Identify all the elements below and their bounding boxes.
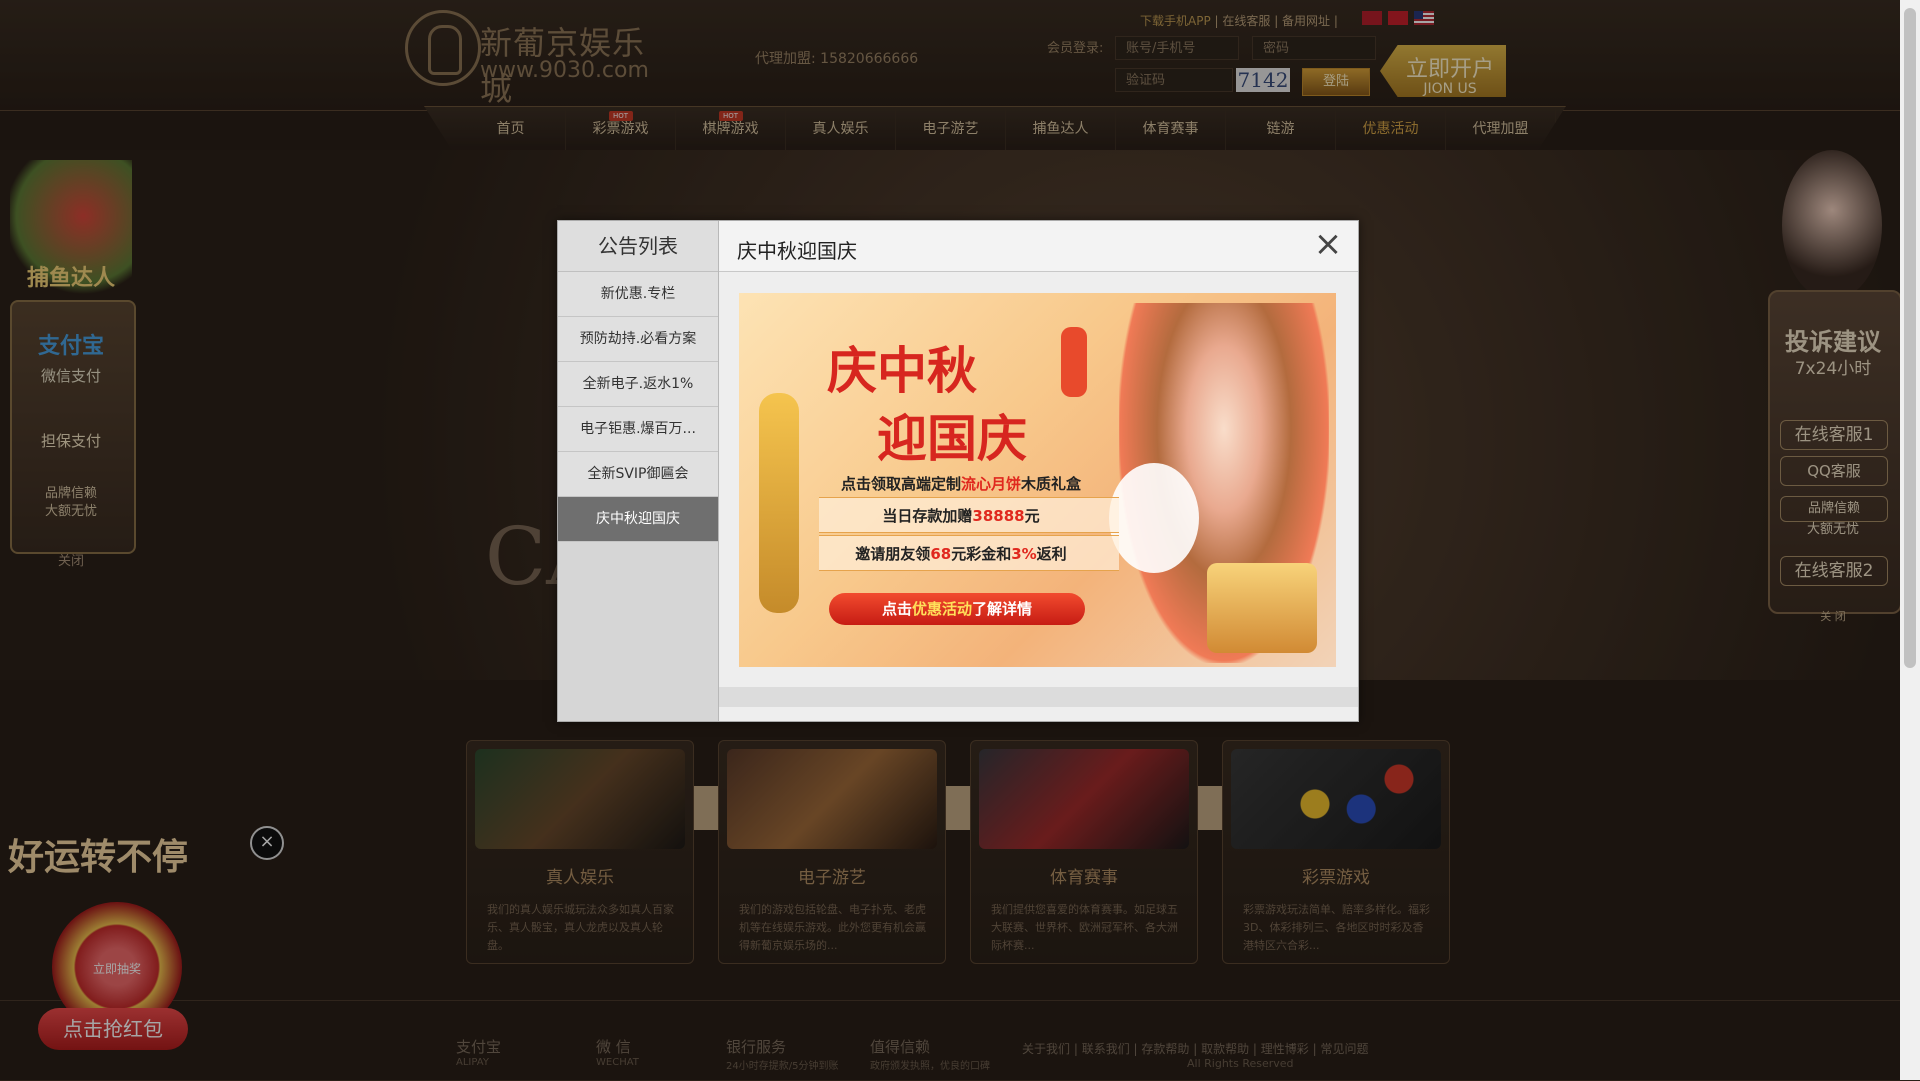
announcement-sidebar: 公告列表 新优惠.专栏 预防劫持.必看方案 全新电子.返水1% 电子钜惠.爆百万… — [558, 221, 719, 721]
promo-highlight: 3% — [1011, 545, 1037, 563]
promo-text: 当日存款加赠 — [882, 507, 973, 525]
promo-text: 木质礼盒 — [1021, 475, 1082, 493]
promo-line-3: 邀请朋友领68元彩金和3%返利 — [801, 543, 1121, 564]
announcement-item-active[interactable]: 庆中秋迎国庆 — [558, 497, 718, 542]
tower-decoration — [759, 393, 799, 613]
announcement-modal: 公告列表 新优惠.专栏 预防劫持.必看方案 全新电子.返水1% 电子钜惠.爆百万… — [557, 220, 1359, 722]
promo-button-text: 点击 — [881, 600, 912, 618]
announcement-item[interactable]: 预防劫持.必看方案 — [558, 317, 718, 362]
promo-line-1: 点击领取高端定制流心月饼木质礼盒 — [801, 473, 1121, 494]
promo-text: 返利 — [1036, 545, 1067, 563]
modal-scroll-area — [719, 687, 1358, 707]
announcement-item[interactable]: 新优惠.专栏 — [558, 272, 718, 317]
treasure-chest-illustration — [1207, 563, 1317, 653]
promo-text: 邀请朋友领 — [855, 545, 931, 563]
announcement-list-title: 公告列表 — [558, 221, 718, 272]
promo-button-highlight: 优惠活动 — [911, 600, 972, 618]
promo-headline-2: 迎国庆 — [877, 410, 1027, 468]
announcement-item[interactable]: 电子钜惠.爆百万... — [558, 407, 718, 452]
announcement-item[interactable]: 全新电子.返水1% — [558, 362, 718, 407]
promo-line-2: 当日存款加赠38888元 — [801, 505, 1121, 526]
modal-title: 庆中秋迎国庆 — [737, 239, 857, 263]
promo-highlight: 流心月饼 — [960, 475, 1021, 493]
promo-image[interactable]: 庆中秋 迎国庆 点击领取高端定制流心月饼木质礼盒 当日存款加赠38888元 邀请… — [739, 293, 1336, 667]
rabbit-illustration — [1109, 463, 1199, 573]
page-scrollbar[interactable] — [1900, 0, 1920, 1080]
announcement-item[interactable]: 全新SVIP御匾会 — [558, 452, 718, 497]
scrollbar-thumb[interactable] — [1904, 8, 1916, 668]
promo-headline-1: 庆中秋 — [827, 342, 977, 400]
promo-highlight: 38888 — [972, 507, 1025, 525]
lantern-decoration — [1061, 327, 1087, 397]
promo-text: 元 — [1024, 507, 1040, 525]
promo-text: 元彩金和 — [951, 545, 1012, 563]
close-icon[interactable]: × — [1312, 227, 1344, 261]
promo-highlight: 68 — [930, 545, 952, 563]
promo-button-text: 了解详情 — [972, 600, 1033, 618]
modal-header: 庆中秋迎国庆 × — [719, 221, 1358, 272]
promo-details-button[interactable]: 点击优惠活动了解详情 — [829, 593, 1085, 625]
promo-text: 点击领取高端定制 — [840, 475, 961, 493]
